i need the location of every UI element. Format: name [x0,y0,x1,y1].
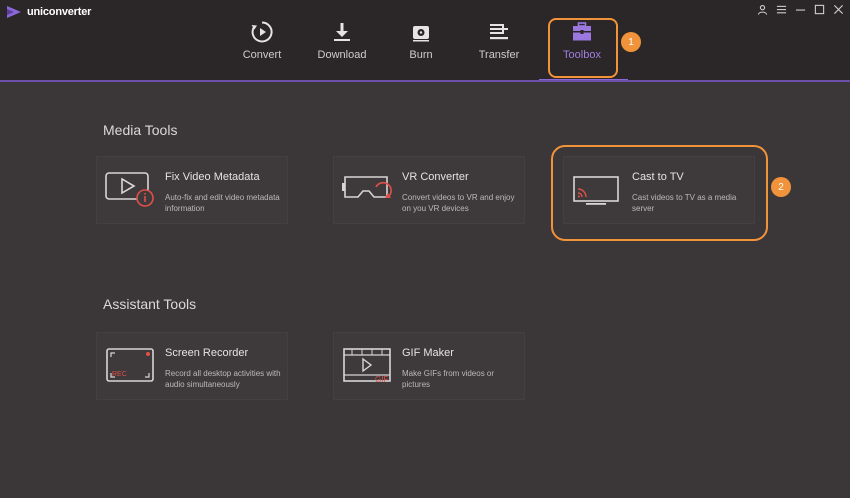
rec-badge: REC [112,371,127,378]
tab-label: Burn [409,49,433,61]
app-name: uniconverter [27,6,92,18]
card-description: Make GIFs from videos or pictures [402,369,495,389]
gif-badge: GIF [375,375,388,384]
card-title: Fix Video Metadata [165,171,260,183]
section-title-media-tools: Media Tools [103,122,178,138]
card-title: GIF Maker [402,347,454,359]
logo-icon [7,6,21,18]
callout-highlight-cast-to-tv [551,145,768,241]
tool-card-screen-recorder[interactable]: REC Screen Recorder Record all desktop a… [96,332,288,400]
topbar-divider [0,80,850,82]
burn-icon [413,26,429,42]
tool-card-fix-video-metadata[interactable]: Fix Video Metadata Auto-fix and edit vid… [96,156,288,224]
tab-burn[interactable]: Burn [381,20,461,76]
convert-icon [251,21,273,43]
gif-maker-icon: GIF [343,348,391,384]
tab-label: Convert [242,49,282,61]
tool-card-gif-maker[interactable]: GIF GIF Maker Make GIFs from videos or p… [333,332,525,400]
card-description: Convert videos to VR and enjoy on you VR… [402,193,515,213]
vr-headset-icon [342,176,392,198]
card-description: Record all desktop activities with audio… [165,369,281,389]
app-window: uniconverter Convert Download Burn Trans… [0,0,850,498]
top-navigation-bar: uniconverter Convert Download Burn Trans… [0,0,850,82]
tool-card-vr-converter[interactable]: VR Converter Convert videos to VR and en… [333,156,525,224]
minimize-icon[interactable] [794,3,806,15]
tab-label: Transfer [478,49,520,61]
menu-icon[interactable] [775,3,787,15]
download-icon [334,23,350,41]
card-description: Auto-fix and edit video metadata informa… [165,193,280,213]
card-title: VR Converter [402,171,469,183]
account-icon[interactable] [756,3,768,15]
tab-label: Download [317,49,367,61]
screen-recorder-icon: REC [106,348,154,382]
callout-badge-1: 1 [621,32,641,52]
fix-metadata-icon [105,172,154,207]
window-controls [756,3,844,15]
transfer-icon [490,24,508,40]
close-icon[interactable] [832,3,844,15]
tab-transfer[interactable]: Transfer [459,20,539,76]
section-title-assistant-tools: Assistant Tools [103,296,197,312]
tab-download[interactable]: Download [302,20,382,76]
callout-highlight-toolbox [548,18,618,78]
app-logo: uniconverter [7,6,91,18]
tab-convert[interactable]: Convert [222,20,302,76]
card-title: Screen Recorder [165,347,249,359]
callout-badge-2: 2 [771,177,791,197]
maximize-icon[interactable] [813,3,825,15]
